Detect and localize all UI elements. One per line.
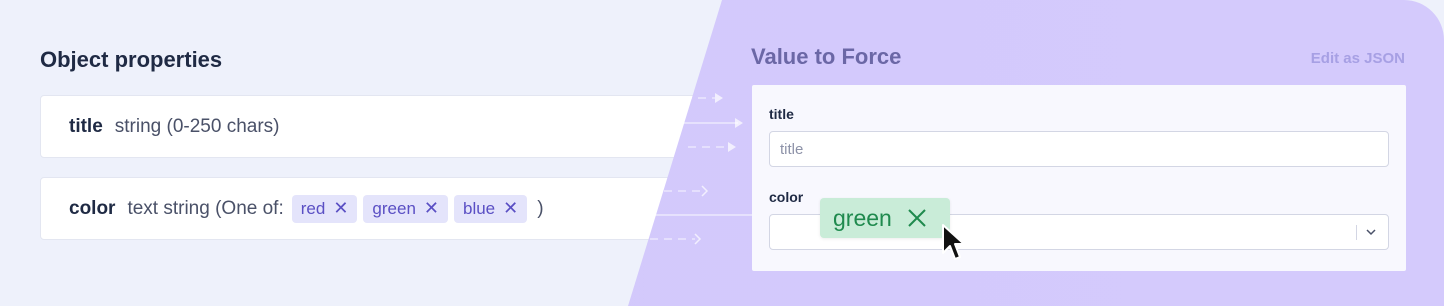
title-field-label: title — [769, 106, 794, 122]
property-type: string (0-250 chars) — [114, 115, 280, 137]
property-row-title: title string (0-250 chars) — [40, 95, 740, 158]
edit-as-json-link[interactable]: Edit as JSON — [1311, 50, 1405, 67]
property-row-color: color text string (One of: red ✕ green ✕… — [40, 177, 740, 240]
select-divider — [1356, 225, 1357, 240]
enum-chip-green[interactable]: green ✕ — [363, 194, 448, 223]
property-name: color — [69, 197, 116, 219]
enum-chip-red[interactable]: red ✕ — [291, 194, 358, 223]
chip-label: blue — [463, 198, 496, 218]
chevron-down-icon[interactable] — [1364, 225, 1378, 239]
arrow-right-icon — [650, 93, 760, 245]
chip-label: green — [372, 198, 416, 218]
value-to-force-title: Value to Force — [751, 44, 902, 69]
property-name: title — [69, 115, 103, 137]
object-properties-title: Object properties — [40, 47, 223, 72]
property-type-suffix: ) — [537, 197, 544, 219]
color-field-label: color — [769, 189, 804, 205]
title-input[interactable] — [769, 131, 1389, 167]
enum-chip-blue[interactable]: blue ✕ — [454, 194, 528, 223]
property-type: text string (One of: — [127, 197, 284, 219]
dragged-chip-green[interactable]: green — [820, 198, 950, 238]
close-icon[interactable] — [906, 207, 928, 229]
chip-label: red — [300, 198, 326, 218]
mouse-cursor-icon — [942, 224, 965, 260]
force-form: title color — [752, 85, 1406, 271]
close-icon[interactable]: ✕ — [424, 198, 439, 219]
close-icon[interactable]: ✕ — [503, 198, 518, 219]
chip-label: green — [833, 204, 892, 231]
close-icon[interactable]: ✕ — [333, 198, 348, 219]
